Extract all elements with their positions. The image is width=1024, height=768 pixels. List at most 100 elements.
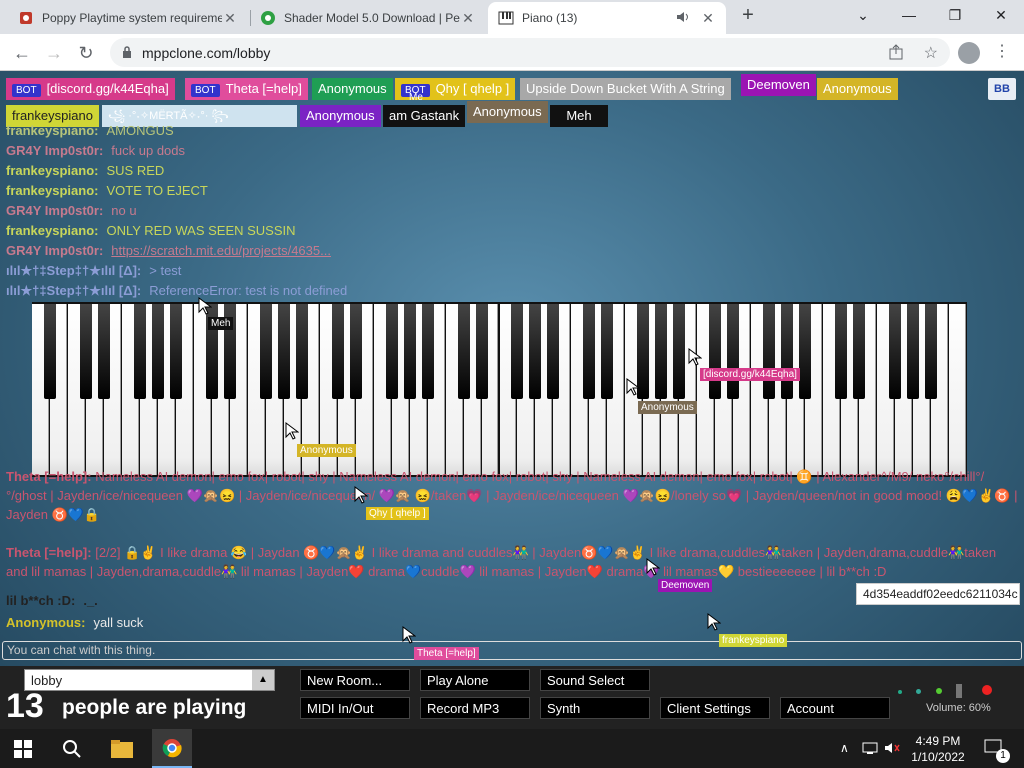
black-key[interactable] [799, 304, 812, 399]
user-tag[interactable]: Anonymous [312, 78, 393, 100]
file-explorer-icon[interactable] [110, 739, 134, 764]
reload-button[interactable]: ↻ [74, 41, 98, 65]
new-room-button[interactable]: New Room... [300, 669, 410, 691]
forward-button[interactable]: → [42, 41, 66, 65]
chat-author: frankeyspiano: [6, 163, 99, 178]
chat-message: frankeyspiano: AMONGUS [6, 121, 174, 141]
user-tag[interactable]: Anonymous [817, 78, 898, 100]
black-key[interactable] [925, 304, 938, 399]
black-key[interactable] [529, 304, 542, 399]
windows-start-icon[interactable] [14, 740, 32, 763]
midi-button[interactable]: MIDI In/Out [300, 697, 410, 719]
black-key[interactable] [673, 304, 686, 399]
cursor-name-tag: Qhy [ qhelp ] [366, 507, 429, 520]
cursor-pointer-icon [198, 297, 212, 315]
tab-close-icon[interactable]: ✕ [700, 10, 716, 27]
address-bar: ← → ↻ mppclone.com/lobby ☆ ⋮ [0, 34, 1024, 71]
black-key[interactable] [277, 304, 290, 399]
tab-close-icon[interactable]: ✕ [222, 10, 238, 27]
black-key[interactable] [331, 304, 344, 399]
account-button[interactable]: Account [780, 697, 890, 719]
clock-date: 1/10/2022 [911, 750, 965, 764]
black-key[interactable] [259, 304, 272, 399]
minimize-button[interactable]: — [886, 0, 932, 30]
black-key[interactable] [475, 304, 488, 399]
volume-slider[interactable] [898, 684, 998, 698]
black-key[interactable] [385, 304, 398, 399]
black-key[interactable] [43, 304, 56, 399]
chat-author: Theta [=help]: [6, 469, 92, 484]
bb-button[interactable]: BB [988, 78, 1016, 100]
chat-text: AMONGUS [106, 123, 174, 138]
back-button[interactable]: ← [10, 41, 34, 65]
url-omnibox[interactable]: mppclone.com/lobby ☆ [110, 38, 950, 67]
black-key[interactable] [709, 304, 722, 399]
black-key[interactable] [727, 304, 740, 399]
user-tag[interactable]: BOT [discord.gg/k44Eqha] [6, 78, 175, 100]
volume-muted-icon[interactable] [884, 741, 900, 760]
user-tag[interactable]: Deemoven [741, 74, 816, 96]
tab-shader-model[interactable]: Shader Model 5.0 Download | Pe ✕ [250, 2, 486, 34]
url-text: mppclone.com/lobby [142, 44, 271, 61]
black-key[interactable] [655, 304, 668, 399]
black-key[interactable] [763, 304, 776, 399]
room-select[interactable]: lobby ▲ [24, 669, 275, 691]
clock[interactable]: 4:49 PM 1/10/2022 [906, 733, 970, 765]
black-key[interactable] [835, 304, 848, 399]
user-tag[interactable]: Meh [550, 105, 608, 127]
restore-button[interactable]: ❐ [932, 0, 978, 30]
user-tag[interactable]: Upside Down Bucket With A String [520, 78, 731, 100]
synth-button[interactable]: Synth [540, 697, 650, 719]
tab-search-chevron-icon[interactable]: ⌄ [840, 0, 886, 30]
client-settings-button[interactable]: Client Settings [660, 697, 770, 719]
black-key[interactable] [97, 304, 110, 399]
user-tag[interactable]: Anonymous [467, 101, 548, 123]
cursor-pointer-icon [285, 422, 299, 440]
network-icon[interactable] [862, 741, 878, 760]
new-tab-button[interactable]: + [736, 4, 760, 28]
record-mp3-button[interactable]: Record MP3 [420, 697, 530, 719]
black-key[interactable] [403, 304, 416, 399]
black-key[interactable] [421, 304, 434, 399]
black-key[interactable] [547, 304, 560, 399]
black-key[interactable] [889, 304, 902, 399]
tab-close-icon[interactable]: ✕ [460, 10, 476, 27]
black-key[interactable] [583, 304, 596, 399]
menu-kebab-icon[interactable]: ⋮ [994, 41, 1010, 61]
black-key[interactable] [169, 304, 182, 399]
volume-handle[interactable] [956, 684, 962, 698]
black-key[interactable] [457, 304, 470, 399]
black-key[interactable] [511, 304, 524, 399]
search-icon[interactable] [62, 739, 82, 764]
tab-poppy-playtime[interactable]: Poppy Playtime system requireme ✕ [8, 2, 248, 34]
black-key[interactable] [853, 304, 866, 399]
black-key[interactable] [295, 304, 308, 399]
black-key[interactable] [151, 304, 164, 399]
white-key[interactable] [949, 304, 966, 475]
shader-favicon-icon [260, 10, 276, 26]
speaker-icon[interactable] [676, 11, 690, 26]
chat-input[interactable]: You can chat with this thing. [2, 641, 1022, 660]
black-key[interactable] [907, 304, 920, 399]
bookmark-star-icon[interactable]: ☆ [924, 43, 938, 63]
tray-chevron-icon[interactable]: ∧ [840, 741, 849, 755]
tab-piano[interactable]: Piano (13) ✕ [488, 2, 726, 34]
black-key[interactable] [133, 304, 146, 399]
user-tag[interactable]: BOT Theta [=help] [185, 78, 308, 100]
black-key[interactable] [79, 304, 92, 399]
black-key[interactable] [601, 304, 614, 399]
sound-select-button[interactable]: Sound Select [540, 669, 650, 691]
profile-avatar-icon[interactable] [958, 42, 980, 64]
piano-keyboard[interactable] [32, 302, 967, 477]
user-tag[interactable]: Anonymous [300, 105, 381, 127]
lock-icon[interactable] [122, 45, 132, 61]
share-icon[interactable] [888, 44, 904, 63]
chat-author: frankeyspiano: [6, 223, 99, 238]
play-alone-button[interactable]: Play Alone [420, 669, 530, 691]
user-tag-self[interactable]: Me am Gastank [383, 92, 466, 127]
black-key[interactable] [781, 304, 794, 399]
chrome-taskbar-button[interactable] [152, 729, 192, 768]
close-window-button[interactable]: ✕ [978, 0, 1024, 30]
black-key[interactable] [349, 304, 362, 399]
room-dropdown-chevron-icon[interactable]: ▲ [252, 670, 274, 690]
